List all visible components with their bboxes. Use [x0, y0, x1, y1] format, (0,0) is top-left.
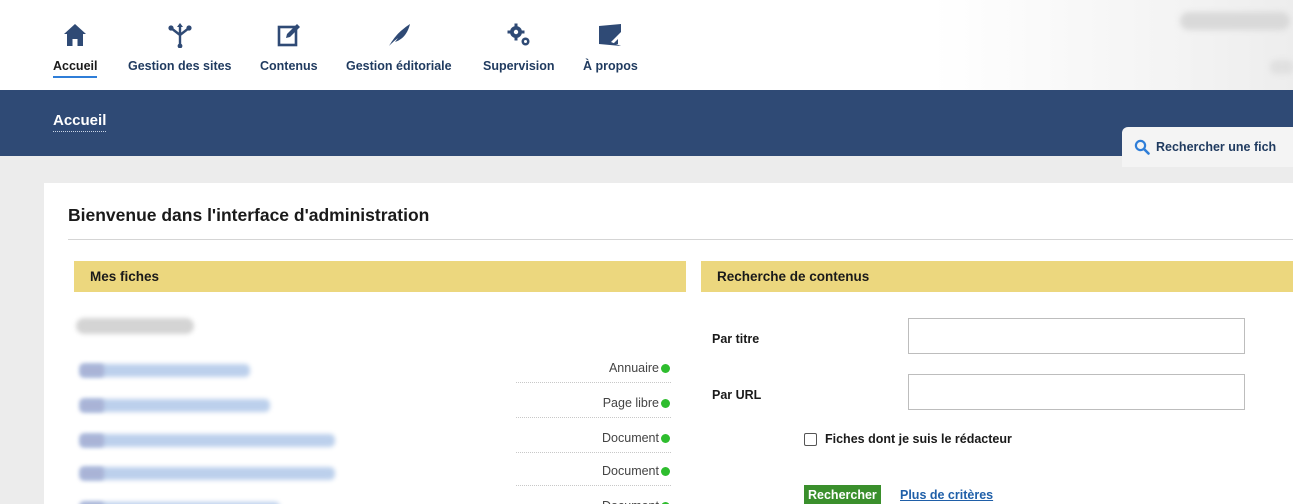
- search-fiche-tab[interactable]: Rechercher une fich: [1122, 127, 1293, 167]
- fiche-type: Document: [602, 431, 659, 445]
- feather-icon: [388, 24, 410, 46]
- row-separator: [516, 382, 671, 383]
- row-separator: [516, 417, 671, 418]
- mes-fiches-header: Mes fiches: [74, 261, 686, 292]
- blurred-fiche-link[interactable]: [80, 364, 250, 377]
- fiche-row[interactable]: Document: [76, 428, 676, 458]
- search-button[interactable]: Rechercher: [804, 485, 881, 504]
- nav-label-accueil: Accueil: [53, 59, 98, 78]
- edit-icon: [277, 24, 300, 47]
- row-separator: [516, 485, 671, 486]
- nav-item-gestion-des-sites[interactable]: Gestion des sites: [128, 22, 232, 76]
- about-icon: [599, 24, 622, 46]
- blurred-fiche-link[interactable]: [80, 399, 270, 412]
- title-search-label: Par titre: [712, 332, 760, 346]
- gears-icon: [507, 23, 530, 46]
- author-filter-label[interactable]: Fiches dont je suis le rédacteur: [825, 432, 1012, 446]
- page-title: Bienvenue dans l'interface d'administrat…: [68, 205, 430, 225]
- sitemap-icon: [168, 23, 192, 48]
- status-dot: [661, 399, 670, 408]
- author-filter-checkbox[interactable]: [804, 432, 817, 446]
- fiche-row[interactable]: Document: [76, 461, 676, 491]
- search-icon: [1134, 139, 1150, 155]
- blurred-fiche-flag: [80, 434, 104, 447]
- section-header-bar: Accueil: [0, 90, 1293, 156]
- nav-item-accueil[interactable]: Accueil: [53, 22, 98, 78]
- fiche-row[interactable]: Page libre: [76, 393, 676, 423]
- blurred-user-info: [1180, 12, 1290, 30]
- nav-item-a-propos[interactable]: À propos: [583, 22, 638, 76]
- blurred-user-detail: [1270, 60, 1293, 74]
- nav-item-contenus[interactable]: Contenus: [260, 22, 318, 76]
- fiche-row[interactable]: Document: [76, 496, 676, 504]
- status-dot: [661, 434, 670, 443]
- row-separator: [516, 452, 671, 453]
- recherche-contenus-header: Recherche de contenus: [701, 261, 1293, 292]
- blurred-fiche-link[interactable]: [80, 434, 335, 447]
- url-search-input[interactable]: [908, 374, 1245, 410]
- more-criteria-link[interactable]: Plus de critères: [900, 488, 993, 502]
- nav-label-gestion-des-sites: Gestion des sites: [128, 59, 232, 73]
- home-icon: [64, 24, 87, 46]
- fiche-type: Document: [602, 499, 659, 504]
- url-search-label: Par URL: [712, 388, 762, 402]
- nav-label-contenus: Contenus: [260, 59, 318, 73]
- nav-label-supervision: Supervision: [483, 59, 555, 73]
- blurred-fiche-flag: [80, 467, 104, 480]
- nav-label-a-propos: À propos: [583, 59, 638, 73]
- fiche-type: Page libre: [602, 396, 659, 410]
- fiche-row[interactable]: Annuaire: [76, 358, 676, 388]
- blurred-fiche-flag: [80, 399, 104, 412]
- fiche-type: Document: [602, 464, 659, 478]
- nav-label-gestion-editoriale: Gestion éditoriale: [346, 59, 452, 73]
- nav-item-gestion-editoriale[interactable]: Gestion éditoriale: [346, 22, 452, 76]
- status-dot: [661, 364, 670, 373]
- blurred-fiche-flag: [80, 364, 104, 377]
- author-filter-checkbox-row[interactable]: Fiches dont je suis le rédacteur: [804, 432, 1012, 446]
- nav-item-supervision[interactable]: Supervision: [483, 22, 555, 76]
- blurred-filter-select[interactable]: [76, 318, 194, 334]
- title-divider: [68, 239, 1293, 240]
- title-search-input[interactable]: [908, 318, 1245, 354]
- fiche-type: Annuaire: [608, 361, 659, 375]
- top-navigation: Accueil Gestion des sites Contenus Gesti…: [0, 0, 1293, 90]
- blurred-fiche-link[interactable]: [80, 467, 335, 480]
- breadcrumb-title[interactable]: Accueil: [53, 112, 107, 132]
- status-dot: [661, 467, 670, 476]
- search-fiche-label: Rechercher une fich: [1156, 140, 1277, 154]
